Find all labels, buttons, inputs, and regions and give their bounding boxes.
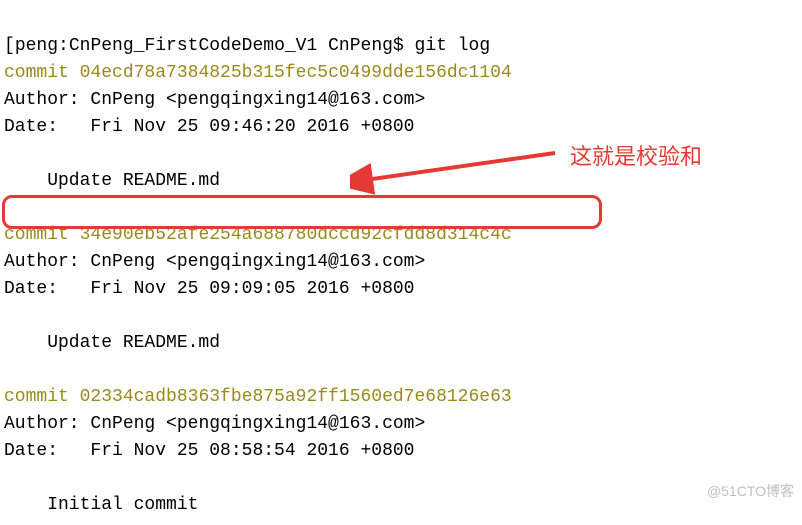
date-2: Fri Nov 25 08:58:54 2016 +0800 — [90, 441, 414, 461]
prompt-host: peng — [15, 36, 58, 56]
commit-hash-2: 02334cadb8363fbe875a92ff1560ed7e68126e63 — [80, 387, 512, 407]
message-2: Initial commit — [4, 495, 198, 515]
date-prefix: Date: — [4, 279, 90, 299]
commit-prefix: commit — [4, 63, 80, 83]
author-prefix: Author: — [4, 90, 90, 110]
date-prefix: Date: — [4, 117, 90, 137]
commit-prefix: commit — [4, 387, 80, 407]
prompt-sep: : — [58, 36, 69, 56]
author-line-0: Author: CnPeng <pengqingxing14@163.com> — [4, 90, 425, 110]
message-0: Update README.md — [4, 171, 220, 191]
date-line-1: Date: Fri Nov 25 09:09:05 2016 +0800 — [4, 279, 414, 299]
date-0: Fri Nov 25 09:46:20 2016 +0800 — [90, 117, 414, 137]
commit-line-2: commit 02334cadb8363fbe875a92ff1560ed7e6… — [4, 387, 512, 407]
author-line-2: Author: CnPeng <pengqingxing14@163.com> — [4, 414, 425, 434]
author-1: CnPeng <pengqingxing14@163.com> — [90, 252, 425, 272]
date-line-2: Date: Fri Nov 25 08:58:54 2016 +0800 — [4, 441, 414, 461]
commit-line-1: commit 34e90eb52afe254a688780dccd92cfdd8… — [4, 225, 512, 245]
author-0: CnPeng <pengqingxing14@163.com> — [90, 90, 425, 110]
prompt-cwd: CnPeng_FirstCodeDemo_V1 — [69, 36, 317, 56]
commit-hash-1: 34e90eb52afe254a688780dccd92cfdd8d314c4c — [80, 225, 512, 245]
date-line-0: Date: Fri Nov 25 09:46:20 2016 +0800 — [4, 117, 414, 137]
commit-hash-0: 04ecd78a7384825b315fec5c0499dde156dc1104 — [80, 63, 512, 83]
commit-line-0: commit 04ecd78a7384825b315fec5c0499dde15… — [4, 63, 512, 83]
command-text: git log — [415, 36, 491, 56]
message-1: Update README.md — [4, 333, 220, 353]
author-prefix: Author: — [4, 414, 90, 434]
date-prefix: Date: — [4, 441, 90, 461]
prompt-dollar: $ — [393, 36, 404, 56]
commit-prefix: commit — [4, 225, 80, 245]
prompt-line: [peng:CnPeng_FirstCodeDemo_V1 CnPeng$ gi… — [4, 36, 490, 56]
prompt-bracket: [ — [4, 36, 15, 56]
terminal-output: [peng:CnPeng_FirstCodeDemo_V1 CnPeng$ gi… — [0, 0, 802, 525]
prompt-user: CnPeng — [328, 36, 393, 56]
author-2: CnPeng <pengqingxing14@163.com> — [90, 414, 425, 434]
date-1: Fri Nov 25 09:09:05 2016 +0800 — [90, 279, 414, 299]
author-prefix: Author: — [4, 252, 90, 272]
author-line-1: Author: CnPeng <pengqingxing14@163.com> — [4, 252, 425, 272]
